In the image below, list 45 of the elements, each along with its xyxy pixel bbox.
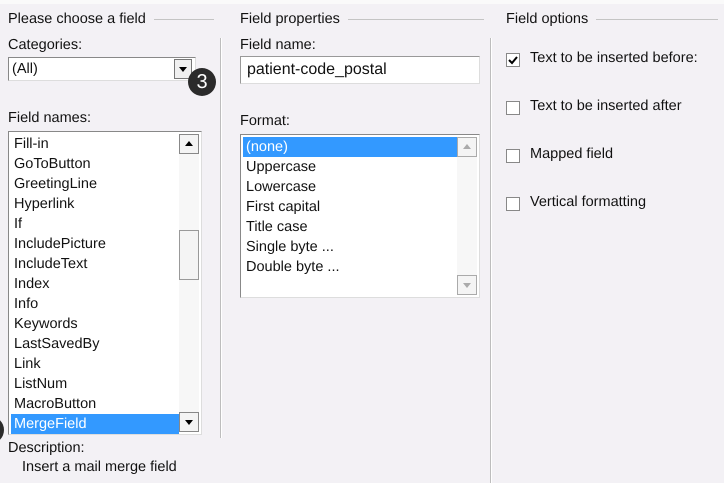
scroll-up-icon[interactable] bbox=[179, 134, 199, 154]
callout-badge: 3 bbox=[188, 68, 216, 96]
categories-label: Categories: bbox=[8, 36, 84, 54]
group-title: Please choose a field bbox=[8, 11, 146, 27]
list-item[interactable]: Double byte ... bbox=[243, 257, 457, 277]
group-title: Field properties bbox=[240, 11, 340, 27]
format-label: Format: bbox=[240, 112, 291, 130]
checkbox-label: Text to be inserted before: bbox=[530, 50, 698, 67]
list-item[interactable]: Keywords bbox=[11, 314, 179, 334]
scroll-thumb[interactable] bbox=[179, 230, 199, 280]
description-text: Insert a mail merge field bbox=[21, 458, 178, 477]
field-name-label: Field name: bbox=[240, 36, 317, 54]
group-title: Field options bbox=[506, 11, 588, 27]
list-item[interactable]: Index bbox=[11, 274, 179, 294]
checkbox[interactable] bbox=[506, 197, 520, 211]
checkbox-label: Text to be inserted after bbox=[530, 98, 682, 115]
field-names-list[interactable]: Fill-in GoToButton GreetingLine Hyperlink If IncludePicture IncludeText Index Info Keywords LastSavedBy Link ListNum MacroButton MergeField bbox=[8, 131, 202, 435]
list-item[interactable]: LastSavedBy bbox=[11, 334, 179, 354]
list-item[interactable]: Lowercase bbox=[243, 177, 457, 197]
checkbox-label: Vertical formatting bbox=[530, 194, 646, 211]
list-item[interactable]: IncludePicture bbox=[11, 234, 179, 254]
list-item[interactable]: Info bbox=[11, 294, 179, 314]
categories-dropdown[interactable]: (All) bbox=[8, 57, 196, 81]
field-names-label: Field names: bbox=[8, 109, 92, 127]
list-item[interactable]: MacroButton bbox=[11, 394, 179, 414]
list-item[interactable]: Title case bbox=[243, 217, 457, 237]
list-item[interactable]: Single byte ... bbox=[243, 237, 457, 257]
list-item[interactable]: Link bbox=[11, 354, 179, 374]
description-label: Description: bbox=[8, 439, 86, 457]
checkbox-label: Mapped field bbox=[530, 146, 614, 163]
checkbox[interactable] bbox=[506, 149, 520, 163]
checkbox[interactable] bbox=[506, 101, 520, 115]
list-item[interactable]: Uppercase bbox=[243, 157, 457, 177]
field-name-input[interactable]: patient-code_postal bbox=[240, 56, 480, 84]
list-item[interactable]: Fill-in bbox=[11, 134, 179, 154]
checkbox[interactable] bbox=[506, 53, 520, 67]
list-item[interactable]: ListNum bbox=[11, 374, 179, 394]
list-item[interactable]: If bbox=[11, 214, 179, 234]
list-item[interactable]: Hyperlink bbox=[11, 194, 179, 214]
scroll-down-icon[interactable] bbox=[179, 412, 199, 432]
list-item[interactable]: GoToButton bbox=[11, 154, 179, 174]
list-item[interactable]: IncludeText bbox=[11, 254, 179, 274]
list-item[interactable]: GreetingLine bbox=[11, 174, 179, 194]
format-list[interactable]: (none) Uppercase Lowercase First capital Title case Single byte ... Double byte ... bbox=[240, 134, 480, 298]
list-item[interactable]: First capital bbox=[243, 197, 457, 217]
